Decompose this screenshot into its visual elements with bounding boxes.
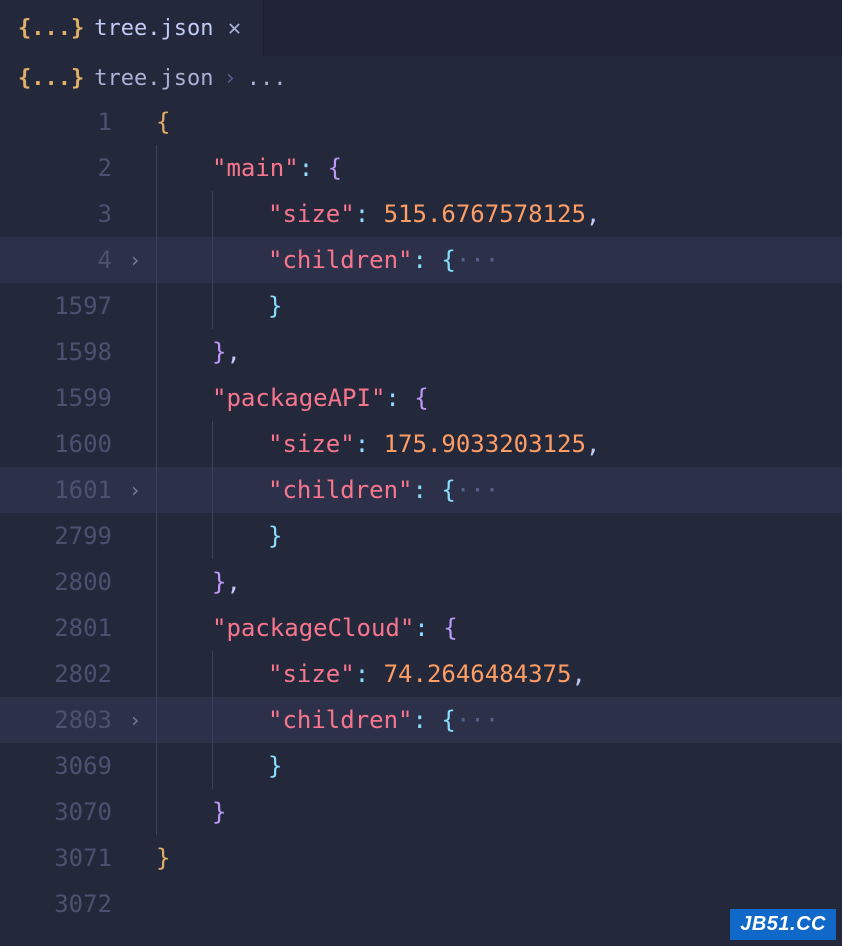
code-content: "main": { — [150, 154, 342, 182]
code-content: } — [150, 798, 226, 826]
line-number: 4 — [0, 246, 120, 274]
line-number: 1599 — [0, 384, 120, 412]
watermark-badge: JB51.CC — [730, 909, 836, 940]
line-number: 3072 — [0, 890, 120, 918]
line-number: 3069 — [0, 752, 120, 780]
code-line[interactable]: 2 "main": { — [0, 145, 842, 191]
line-number: 3 — [0, 200, 120, 228]
code-content: "size": 74.2646484375, — [150, 660, 586, 688]
breadcrumb[interactable]: {...} tree.json › ... — [0, 56, 842, 99]
breadcrumb-file: tree.json — [94, 66, 213, 91]
code-line[interactable]: 4›"children": {··· — [0, 237, 842, 283]
code-line[interactable]: 2799} — [0, 513, 842, 559]
code-line[interactable]: 3070} — [0, 789, 842, 835]
fold-toggle[interactable]: › — [120, 708, 150, 732]
code-content: }, — [150, 568, 241, 596]
line-number: 2801 — [0, 614, 120, 642]
code-content: } — [150, 292, 282, 320]
tab-label: tree.json — [94, 16, 213, 41]
code-line[interactable]: 1600 "size": 175.9033203125, — [0, 421, 842, 467]
code-line[interactable]: 1597} — [0, 283, 842, 329]
line-number: 1597 — [0, 292, 120, 320]
chevron-right-icon: › — [223, 66, 236, 91]
code-content: } — [150, 752, 282, 780]
code-line[interactable]: 2801 "packageCloud": { — [0, 605, 842, 651]
line-number: 2800 — [0, 568, 120, 596]
code-editor[interactable]: 1{2"main": {3"size": 515.6767578125,4›"c… — [0, 99, 842, 927]
code-line[interactable]: 1599 "packageAPI": { — [0, 375, 842, 421]
line-number: 2799 — [0, 522, 120, 550]
line-number: 3071 — [0, 844, 120, 872]
line-number: 1598 — [0, 338, 120, 366]
code-content: "children": {··· — [150, 706, 499, 734]
fold-toggle[interactable]: › — [120, 478, 150, 502]
code-line[interactable]: 1601›"children": {··· — [0, 467, 842, 513]
line-number: 2 — [0, 154, 120, 182]
tab-tree-json[interactable]: {...} tree.json ✕ — [0, 0, 264, 56]
code-content: "packageAPI": { — [150, 384, 429, 412]
code-content: { — [150, 108, 170, 136]
code-line[interactable]: 2800}, — [0, 559, 842, 605]
code-content: "children": {··· — [150, 476, 499, 504]
line-number: 2802 — [0, 660, 120, 688]
code-line[interactable]: 3 "size": 515.6767578125, — [0, 191, 842, 237]
code-content: "children": {··· — [150, 246, 499, 274]
code-content: } — [150, 844, 170, 872]
line-number: 3070 — [0, 798, 120, 826]
code-line[interactable]: 3072 — [0, 881, 842, 927]
line-number: 1600 — [0, 430, 120, 458]
code-line[interactable]: 1{ — [0, 99, 842, 145]
code-content: } — [150, 522, 282, 550]
code-content: "size": 175.9033203125, — [150, 430, 600, 458]
line-number: 2803 — [0, 706, 120, 734]
code-line[interactable]: 3069} — [0, 743, 842, 789]
tab-bar: {...} tree.json ✕ — [0, 0, 842, 56]
code-line[interactable]: 1598}, — [0, 329, 842, 375]
json-file-icon: {...} — [18, 66, 84, 91]
code-line[interactable]: 2803›"children": {··· — [0, 697, 842, 743]
close-icon[interactable]: ✕ — [223, 16, 245, 41]
fold-toggle[interactable]: › — [120, 248, 150, 272]
line-number: 1601 — [0, 476, 120, 504]
breadcrumb-rest: ... — [247, 66, 287, 91]
json-file-icon: {...} — [18, 16, 84, 41]
code-content: "packageCloud": { — [150, 614, 458, 642]
code-line[interactable]: 3071} — [0, 835, 842, 881]
line-number: 1 — [0, 108, 120, 136]
code-content: }, — [150, 338, 241, 366]
code-line[interactable]: 2802 "size": 74.2646484375, — [0, 651, 842, 697]
code-content: "size": 515.6767578125, — [150, 200, 600, 228]
